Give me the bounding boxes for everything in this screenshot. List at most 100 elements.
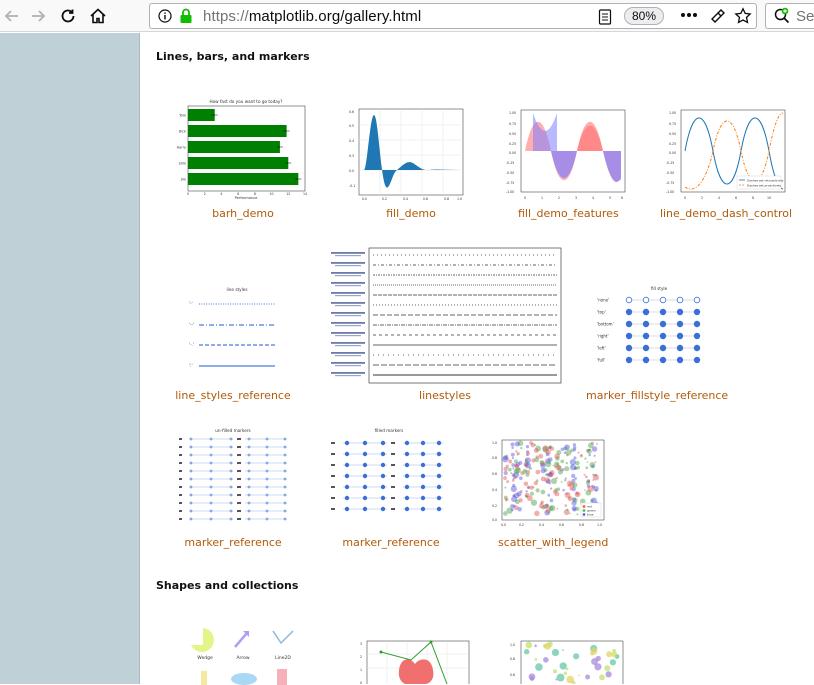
scatter-point (564, 444, 570, 451)
link-fill-demo-features[interactable]: fill_demo_features (518, 207, 619, 220)
marker-reference-filled-thumbnail[interactable]: filled markers (327, 425, 447, 523)
scatter-with-legend-thumbnail[interactable]: red green blue 1.00.80.60.40.20.0 0.0 0.2… (489, 437, 609, 527)
svg-text:4: 4 (592, 196, 594, 200)
unfilled-label-mark (179, 470, 182, 472)
scatter-collection-thumbnail[interactable]: 1.0 0.8 0.6 (507, 638, 627, 684)
forward-button[interactable] (26, 4, 50, 28)
reload-button[interactable] (56, 4, 80, 28)
path-patch-thumbnail[interactable]: 3210 (349, 638, 471, 684)
marker-fillstyle-reference-thumbnail[interactable]: fill style 'none' 'top' 'bottom' 'right' 'le… (591, 283, 711, 373)
scatter-point (512, 504, 516, 508)
scatter-point (556, 507, 559, 510)
scatter-point (546, 504, 549, 507)
back-button[interactable] (0, 4, 24, 28)
sidebar-panel (0, 33, 140, 684)
page-actions-icon[interactable] (680, 12, 698, 18)
unfilled-marker (265, 493, 269, 497)
svg-text:0.6: 0.6 (559, 523, 564, 527)
fill-demo-features-thumbnail[interactable]: 1.00 0.75 0.50 0.25 0.00 -0.25 -0.50 -0.75 -1.00… (503, 107, 633, 205)
unfilled-label-mark (237, 438, 241, 440)
scatter-point (503, 476, 507, 480)
unfilled-label-mark (237, 462, 241, 464)
scatter-point (523, 481, 529, 486)
linestyle-dash-mark (335, 285, 361, 287)
scatter-point (503, 511, 508, 516)
svg-text:0.6: 0.6 (349, 110, 354, 114)
reader-view-icon[interactable] (598, 9, 612, 25)
address-bar[interactable]: https://matplotlib.org/gallery.html 80% (149, 3, 757, 29)
scatter-point (545, 479, 551, 484)
home-button[interactable] (86, 4, 110, 28)
info-icon[interactable] (158, 9, 172, 23)
fillstyle-label: 'top' (597, 310, 606, 315)
scatter-point (533, 448, 539, 453)
scatter-collection-point (605, 671, 612, 678)
fill-demo-thumbnail[interactable]: 0.6 0.5 0.4 0.3 0.0 -0.1 0.0 0.2 0.4 0.6 0.8 1.0 (347, 105, 467, 205)
link-line-demo-dash-control[interactable]: line_demo_dash_control (651, 207, 801, 220)
barh-x-tick: 12 (286, 192, 290, 196)
scatter-point (531, 458, 536, 463)
filled-marker (404, 462, 410, 468)
filled-marker (420, 484, 426, 490)
link-scatter-with-legend[interactable]: scatter_with_legend (498, 536, 608, 549)
unfilled-marker (229, 509, 233, 513)
line-demo-dash-control-thumbnail[interactable]: Dashes set retroactively Dashes set proa… (663, 107, 793, 205)
filled-label-mark (331, 486, 335, 488)
scatter-point (538, 453, 544, 459)
scatter-point (564, 504, 568, 507)
filled-marker (436, 473, 442, 479)
zoom-level-badge[interactable]: 80% (624, 7, 664, 25)
filled-marker (436, 506, 442, 512)
url-text[interactable]: https://matplotlib.org/gallery.html (203, 8, 421, 25)
link-marker-fillstyle-reference[interactable]: marker_fillstyle_reference (586, 389, 728, 402)
fillstyle-marker (676, 308, 684, 316)
scatter-point (576, 513, 579, 516)
unfilled-label-mark (179, 494, 182, 496)
link-fill-demo[interactable]: fill_demo (361, 207, 461, 220)
unfilled-label-mark (179, 510, 182, 512)
svg-text:0.4: 0.4 (403, 197, 408, 201)
shapes-thumbnail[interactable]: Wedge Arrow Line2D (181, 625, 311, 685)
barh-bar (188, 173, 299, 185)
svg-text:3: 3 (575, 196, 577, 200)
fillstyle-marker (625, 332, 633, 340)
fillstyle-label: 'none' (597, 298, 609, 303)
filled-title: filled markers (375, 428, 404, 433)
unfilled-marker (247, 445, 251, 449)
unfilled-marker (189, 493, 193, 497)
pocket-tag-icon[interactable] (709, 7, 727, 25)
search-box[interactable]: Se (765, 3, 814, 29)
line-styles-reference-thumbnail[interactable]: line styles '-' '--' '-.' ':' (175, 283, 285, 373)
fillstyle-marker (676, 344, 684, 352)
shape-label-wedge: Wedge (197, 655, 213, 661)
unfilled-label-mark (237, 502, 241, 504)
link-barh-demo[interactable]: barh_demo (193, 207, 293, 220)
bookmark-star-icon[interactable] (734, 7, 752, 25)
barh-demo-thumbnail[interactable]: How fast do you want to go today? Tom Dic… (171, 97, 309, 201)
unfilled-label-mark (179, 454, 182, 456)
scatter-point (585, 480, 590, 485)
scatter-point (573, 456, 577, 460)
scatter-collection-point (604, 665, 611, 672)
link-marker-reference-1[interactable]: marker_reference (183, 536, 283, 549)
scatter-point (507, 467, 512, 472)
linestyles-thumbnail[interactable] (327, 247, 563, 385)
fillstyle-label: 'left' (597, 346, 606, 351)
scatter-point (577, 451, 580, 454)
link-line-styles-reference[interactable]: line_styles_reference (173, 389, 293, 402)
link-marker-reference-2[interactable]: marker_reference (341, 536, 441, 549)
svg-text:0: 0 (684, 196, 686, 200)
link-linestyles[interactable]: linestyles (395, 389, 495, 402)
unfilled-marker (229, 453, 233, 457)
unfilled-marker (283, 469, 287, 473)
fillstyle-marker (625, 320, 633, 328)
shape-label-arrow: Arrow (236, 655, 249, 661)
fillstyle-marker (642, 320, 650, 328)
lock-icon[interactable] (179, 8, 193, 24)
scatter-point (510, 452, 515, 457)
filled-marker (420, 440, 426, 446)
scatter-point (527, 486, 530, 489)
scatter-point (589, 461, 596, 468)
svg-text:0.8: 0.8 (492, 456, 497, 460)
marker-reference-unfilled-thumbnail[interactable]: un-filled markers (171, 425, 291, 523)
